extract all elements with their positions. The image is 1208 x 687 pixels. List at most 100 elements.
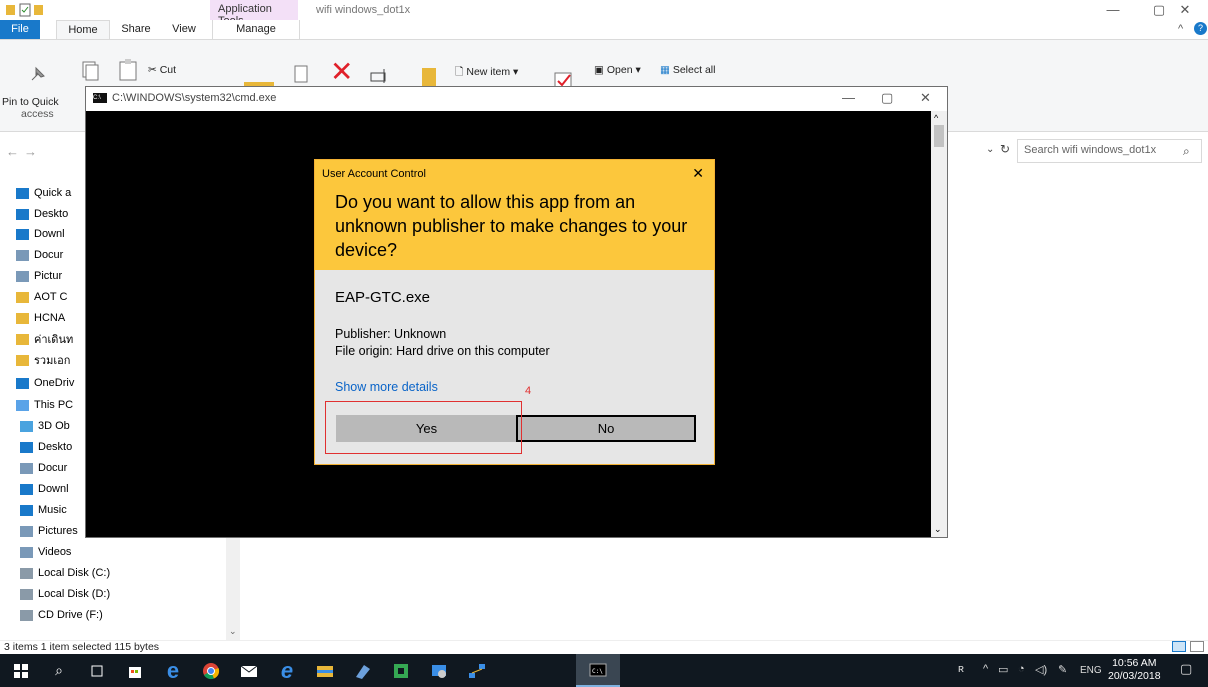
delete-icon[interactable]: ✕ [330,58,353,86]
nav-item[interactable]: ค่าเดินท [16,330,73,348]
clock-date: 20/03/2018 [1108,670,1161,682]
battery-icon[interactable]: ▭ [998,663,1008,676]
start-button[interactable] [2,654,40,687]
language-indicator[interactable]: ENG [1080,665,1102,676]
star-icon [16,187,29,199]
nav-item[interactable]: CD Drive (F:) [20,606,103,624]
app-name: EAP-GTC.exe [335,289,431,306]
back-icon[interactable]: ← [6,144,19,159]
file-explorer-icon[interactable] [306,654,344,687]
new-item-button[interactable]: 🗋 New item ▾ [455,64,518,82]
task-view-icon[interactable] [78,654,116,687]
people-icon[interactable]: ʀ [958,663,964,675]
search-icon[interactable]: ⌕ [40,654,78,687]
minimize-button[interactable]: — [1090,0,1136,20]
nav-item[interactable]: Local Disk (C:) [20,564,110,582]
paste-icon[interactable] [118,58,140,85]
tab-share[interactable]: Share [116,20,156,39]
tab-file[interactable]: File [0,20,40,39]
nav-item[interactable]: Deskto [16,205,68,223]
tab-manage[interactable]: Manage [212,20,300,39]
nav-item[interactable]: HCNA [16,309,65,327]
uac-close-button[interactable]: ✕ [692,165,704,182]
cmd-close-button[interactable]: ✕ [920,90,931,106]
nav-item-label: Docur [38,462,68,474]
desktop-icon [16,208,29,220]
edge-icon[interactable]: e [154,654,192,687]
nav-item[interactable]: Deskto [20,438,72,456]
refresh-icon[interactable]: ↻ [1000,142,1010,156]
tab-home[interactable]: Home [56,20,110,39]
svg-text:C:\: C:\ [592,668,603,675]
open-button[interactable]: ▣ Open ▾ [594,64,641,76]
help-icon[interactable]: ? [1194,22,1207,35]
nav-item[interactable]: Videos [20,543,71,561]
cmd-taskbar-icon[interactable]: C:\ [576,654,620,687]
nav-item[interactable]: Pictures [20,522,78,540]
pen-icon[interactable]: ✎ [1058,663,1067,676]
cut-button[interactable]: ✂ Cut [148,64,176,76]
internet-explorer-icon[interactable]: e [268,654,306,687]
cmd-scroll-thumb[interactable] [934,125,944,147]
app-icon-1[interactable] [344,654,382,687]
nav-item[interactable]: Local Disk (D:) [20,585,110,603]
nav-item[interactable]: Downl [16,225,65,243]
cmd-scroll-up-icon[interactable]: ^ [934,113,938,123]
volume-icon[interactable]: ◁) [1035,663,1047,676]
select-all-button[interactable]: ▦ Select all [660,64,715,76]
large-icons-view-icon[interactable] [1190,641,1204,652]
pin-icon[interactable] [28,64,48,87]
details-view-icon[interactable] [1172,641,1186,652]
videos-icon [20,546,33,558]
rename-icon[interactable] [370,65,390,88]
new-item-label: New item [466,66,511,78]
nav-item[interactable]: Docur [20,459,67,477]
forward-icon[interactable]: → [24,144,37,159]
folder-icon[interactable] [6,3,46,17]
collapse-ribbon-icon[interactable]: ^ [1178,23,1183,35]
cmd-scrollbar[interactable]: ^ ⌄ [931,111,947,537]
onedrive-icon [16,377,29,389]
scroll-down-icon[interactable]: ⌄ [229,626,237,637]
pin-to-quick-access-label[interactable]: Pin to Quick [2,96,59,108]
nav-item[interactable]: Downl [20,480,69,498]
clock[interactable]: 10:56 AM 20/03/2018 [1108,657,1161,683]
explorer-title-bar: Application Tools wifi windows_dot1x — ▢… [0,0,1208,27]
store-icon[interactable] [116,654,154,687]
select-all-icon: ▦ [660,64,673,76]
mail-icon[interactable] [230,654,268,687]
nav-item[interactable]: Music [20,501,67,519]
nav-item[interactable]: Docur [16,246,63,264]
nav-item-label: Pictures [38,525,78,537]
nav-item[interactable]: OneDriv [16,374,74,392]
show-hidden-icons-icon[interactable]: ^ [983,663,988,675]
nav-item[interactable]: Pictur [16,267,62,285]
close-button[interactable]: ✕ [1162,0,1208,20]
nav-item[interactable]: AOT C [16,288,67,306]
action-center-icon[interactable]: ▢ [1180,661,1192,677]
copy-icon[interactable] [80,60,100,85]
no-button[interactable]: No [516,415,696,442]
address-dropdown-icon[interactable]: ⌄ [986,144,994,155]
cmd-scroll-down-icon[interactable]: ⌄ [934,524,942,535]
nav-item[interactable]: Quick a [16,184,71,202]
chrome-icon[interactable] [192,654,230,687]
folder-icon [16,354,29,366]
folder-icon [16,291,29,303]
tab-view[interactable]: View [164,20,204,39]
show-more-details-link[interactable]: Show more details [335,380,438,394]
wifi-icon[interactable]: ◔ [1018,663,1025,675]
nav-item-label: Pictur [34,270,63,282]
search-input[interactable]: Search wifi windows_dot1x [1017,139,1202,163]
cmd-title-bar: C:\ C:\WINDOWS\system32\cmd.exe — ▢ ✕ [86,87,947,111]
nav-item[interactable]: รวมเอก [16,351,70,369]
search-icon[interactable]: ⌕ [1183,144,1190,159]
nav-item[interactable]: This PC [16,396,73,414]
folder-icon [16,333,29,345]
nav-item[interactable]: 3D Ob [20,417,70,435]
app-icon-3[interactable] [420,654,458,687]
network-app-icon[interactable] [458,654,496,687]
cmd-maximize-button[interactable]: ▢ [881,90,893,106]
cmd-minimize-button[interactable]: — [842,90,855,105]
app-icon-2[interactable] [382,654,420,687]
